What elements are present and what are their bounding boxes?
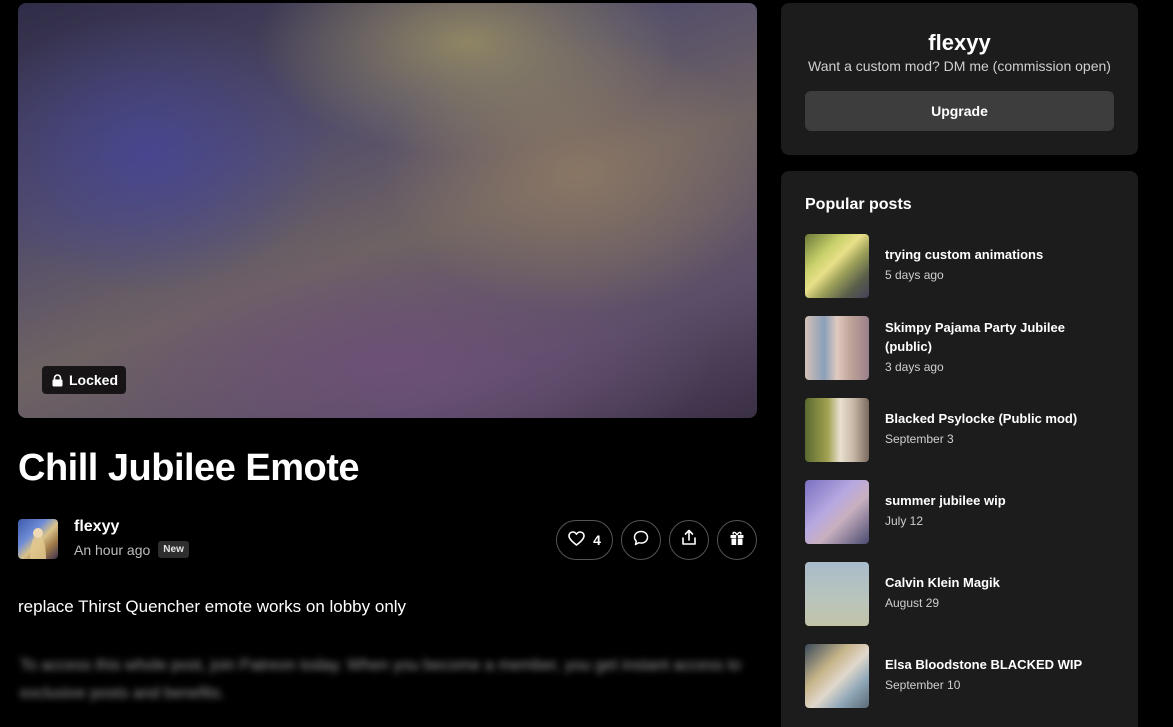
share-icon [681, 529, 697, 551]
locked-label: Locked [69, 372, 119, 388]
popular-post-date: September 10 [885, 678, 961, 692]
locked-content-text: To access this whole post, join Patreon … [20, 657, 741, 702]
popular-post-item[interactable]: Calvin Klein Magik August 29 [805, 562, 1115, 626]
popular-posts-card: Popular posts trying custom animations 5… [781, 171, 1138, 727]
popular-post-title[interactable]: summer jubilee wip [885, 491, 1100, 510]
upgrade-button[interactable]: Upgrade [805, 91, 1114, 131]
lock-icon [52, 373, 63, 387]
popular-post-date: 5 days ago [885, 268, 944, 282]
popular-posts-heading: Popular posts [805, 196, 912, 213]
popular-post-item[interactable]: Elsa Bloodstone BLACKED WIP September 10 [805, 644, 1115, 708]
popular-post-title[interactable]: Calvin Klein Magik [885, 573, 1100, 592]
creator-name[interactable]: flexyy [781, 30, 1138, 56]
popular-post-title[interactable]: Elsa Bloodstone BLACKED WIP [885, 655, 1100, 674]
gift-button[interactable] [717, 520, 757, 560]
popular-post-date: July 12 [885, 514, 924, 528]
popular-post-thumbnail[interactable] [805, 398, 869, 462]
comment-button[interactable] [621, 520, 661, 560]
locked-badge: Locked [42, 366, 127, 394]
post-time: An hour ago [74, 541, 151, 558]
popular-post-item[interactable]: Blacked Psylocke (Public mod) September … [805, 398, 1115, 462]
popular-post-title[interactable]: Skimpy Pajama Party Jubilee (public) [885, 318, 1100, 356]
popular-post-date: 3 days ago [885, 360, 944, 374]
page: Locked Chill Jubilee Emote flexyy An hou… [0, 0, 1173, 727]
popular-post-thumbnail[interactable] [805, 480, 869, 544]
popular-post-item[interactable]: trying custom animations 5 days ago [805, 234, 1115, 298]
post-title: Chill Jubilee Emote [18, 447, 360, 489]
popular-post-thumbnail[interactable] [805, 316, 869, 380]
post-meta: An hour ago New [74, 541, 189, 558]
author-avatar[interactable] [18, 519, 58, 559]
gift-icon [729, 530, 745, 551]
creator-tagline: Want a custom mod? DM me (commission ope… [808, 58, 1111, 74]
heart-icon [568, 531, 585, 549]
like-button[interactable]: 4 [556, 520, 613, 560]
popular-post-thumbnail[interactable] [805, 562, 869, 626]
popular-post-item[interactable]: Skimpy Pajama Party Jubilee (public) 3 d… [805, 316, 1115, 380]
like-count: 4 [593, 532, 601, 548]
creator-card: flexyy Want a custom mod? DM me (commiss… [781, 3, 1138, 155]
post-excerpt: replace Thirst Quencher emote works on l… [18, 597, 407, 616]
new-badge: New [158, 541, 189, 558]
popular-post-title[interactable]: trying custom animations [885, 245, 1100, 264]
popular-post-item[interactable]: summer jubilee wip July 12 [805, 480, 1115, 544]
popular-post-date: September 3 [885, 432, 954, 446]
popular-post-title[interactable]: Blacked Psylocke (Public mod) [885, 409, 1100, 428]
share-button[interactable] [669, 520, 709, 560]
comment-bubble-icon [633, 530, 649, 551]
popular-post-thumbnail[interactable] [805, 234, 869, 298]
popular-post-thumbnail[interactable] [805, 644, 869, 708]
popular-post-date: August 29 [885, 596, 940, 610]
author-name[interactable]: flexyy [74, 518, 119, 536]
post-hero-image[interactable]: Locked [18, 3, 757, 418]
